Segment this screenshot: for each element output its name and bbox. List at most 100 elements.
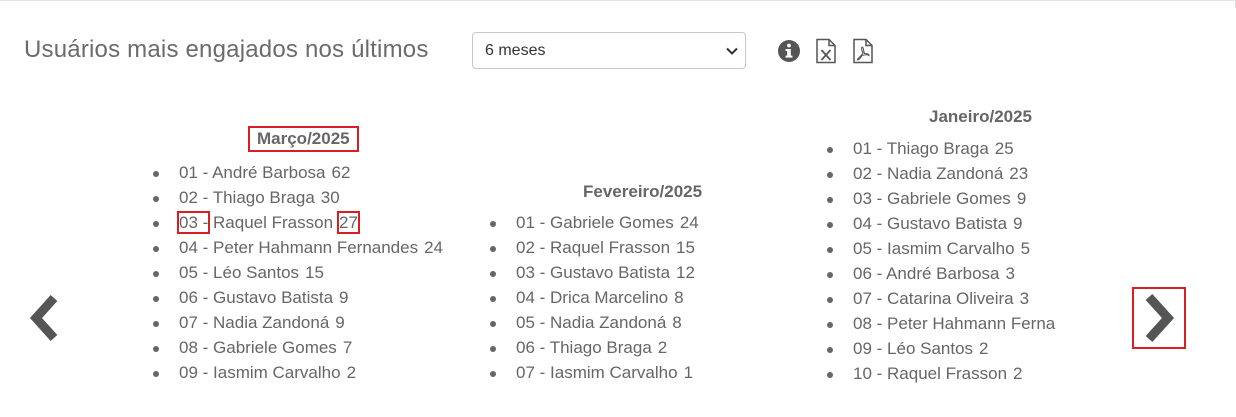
list-item: 04 - Gustavo Batista 9 [827,211,1061,236]
month-title: Janeiro/2025 [929,107,1033,126]
rank-number: 03 - [176,211,211,234]
chevron-down-icon [726,47,738,55]
rank-number: 04 - [516,288,546,307]
user-name: Gustavo Batista [213,288,334,307]
engagement-count: 9 [339,288,349,307]
pdf-export-icon[interactable] [850,38,876,64]
list-item: 03 - Raquel Frasson 27 [153,210,443,235]
engagement-count: 24 [679,213,699,232]
user-name: Gabriele Gomes [213,338,337,357]
engagement-count: 15 [676,238,695,257]
engagement-count: 24 [424,238,444,257]
list-item: 04 - Peter Hahmann Fernandes 24 [153,235,443,260]
user-name: Gabriele Gomes [550,213,674,232]
rank-number: 08 - [853,314,883,333]
user-name: Léo Santos [887,339,974,358]
user-name: Raquel Frasson [550,238,671,257]
user-name: Gustavo Batista [887,214,1008,233]
list-item: 08 - Peter Hahmann Ferna [827,311,1061,336]
rank-number: 04 - [179,238,209,257]
list-item: 02 - Nadia Zandoná 23 [827,161,1061,186]
user-name: Léo Santos [213,263,300,282]
rank-number: 05 - [516,313,546,332]
rank-number: 05 - [853,239,883,258]
list-item: 03 - Gustavo Batista 12 [490,260,699,285]
user-name: Thiago Braga [886,139,989,158]
chevron-right-icon [1145,293,1175,343]
user-name: Thiago Braga [549,338,652,357]
period-select[interactable]: 6 meses [472,32,746,69]
list-item: 09 - Iasmim Carvalho 2 [153,360,443,385]
engagement-count: 5 [1020,239,1031,258]
rank-number: 07 - [516,363,546,382]
engagement-count: 23 [1009,164,1029,183]
engagement-count: 2 [979,339,989,358]
rank-number: 08 - [179,338,209,357]
rank-number: 09 - [853,339,883,358]
list-item: 07 - Nadia Zandoná 9 [153,310,443,335]
rank-number: 03 - [516,263,546,282]
engagement-count: 30 [320,188,340,207]
ranking-list: 01 - Gabriele Gomes 24 02 - Raquel Frasso… [490,210,699,385]
user-name: Iasmim Carvalho [213,363,341,382]
user-name: André Barbosa [886,264,1000,283]
rank-number: 06 - [516,338,546,357]
user-name: Peter Hahmann Fernandes [213,238,419,257]
rank-number: 01 - [853,139,883,158]
user-name: Gustavo Batista [550,263,671,282]
user-name: Nadia Zandoná [550,313,667,332]
list-item: 01 - André Barbosa 62 [153,160,443,185]
engagement-count: 9 [1013,214,1023,233]
engagement-count: 1 [683,363,694,382]
period-select-value: 6 meses [485,42,546,59]
user-name: Thiago Braga [212,188,315,207]
list-item: 06 - Thiago Braga 2 [490,335,699,360]
list-item: 02 - Raquel Frasson 15 [490,235,699,260]
excel-export-icon[interactable] [813,38,839,64]
rank-number: 06 - [179,288,209,307]
engagement-count: 3 [1019,289,1030,308]
engagement-count: 12 [676,263,695,282]
ranking-list: 01 - Thiago Braga 25 02 - Nadia Zandoná 23… [827,136,1061,386]
list-item: 01 - Gabriele Gomes 24 [490,210,699,235]
engagement-count: 9 [1016,189,1027,208]
next-month-button[interactable] [1132,287,1186,349]
rank-number: 01 - [179,163,209,182]
chevron-left-icon[interactable] [24,292,64,344]
list-item: 05 - Iasmim Carvalho 5 [827,236,1061,261]
engagement-count: 3 [1005,264,1015,283]
rank-number: 01 - [516,213,546,232]
top-border [0,0,1236,1]
list-item: 09 - Léo Santos 2 [827,336,1061,361]
info-icon[interactable] [776,38,802,64]
engagement-count: 7 [342,338,353,357]
user-name: Gabriele Gomes [887,189,1011,208]
ranking-list: 01 - André Barbosa 62 02 - Thiago Braga 30… [153,160,443,385]
user-name: Nadia Zandoná [887,164,1004,183]
list-item: 04 - Drica Marcelino 8 [490,285,699,310]
rank-number: 10 - [853,364,883,383]
user-name: Nadia Zandoná [213,313,330,332]
rank-number: 09 - [179,363,209,382]
rank-number: 06 - [853,264,883,283]
rank-number: 05 - [179,263,209,282]
user-name: Iasmim Carvalho [887,239,1015,258]
month-title: Fevereiro/2025 [583,182,703,201]
rank-number: 02 - [516,238,546,257]
user-name: Iasmim Carvalho [550,363,678,382]
list-item: 05 - Nadia Zandoná 8 [490,310,699,335]
list-item: 08 - Gabriele Gomes 7 [153,335,443,360]
engagement-count: 9 [335,313,345,332]
rank-number: 02 - [853,164,883,183]
user-name: Catarina Oliveira [887,289,1014,308]
list-item: 07 - Iasmim Carvalho 1 [490,360,699,385]
user-name: Peter Hahmann Ferna [887,314,1056,333]
engagement-count: 2 [657,338,668,357]
user-name: Raquel Frasson [887,364,1008,383]
engagement-count: 8 [674,288,684,307]
engagement-count: 62 [331,163,351,182]
engagement-count: 15 [305,263,324,282]
engagement-count: 27 [337,211,360,234]
engagement-count: 2 [1013,364,1023,383]
user-name: Raquel Frasson [213,213,334,232]
